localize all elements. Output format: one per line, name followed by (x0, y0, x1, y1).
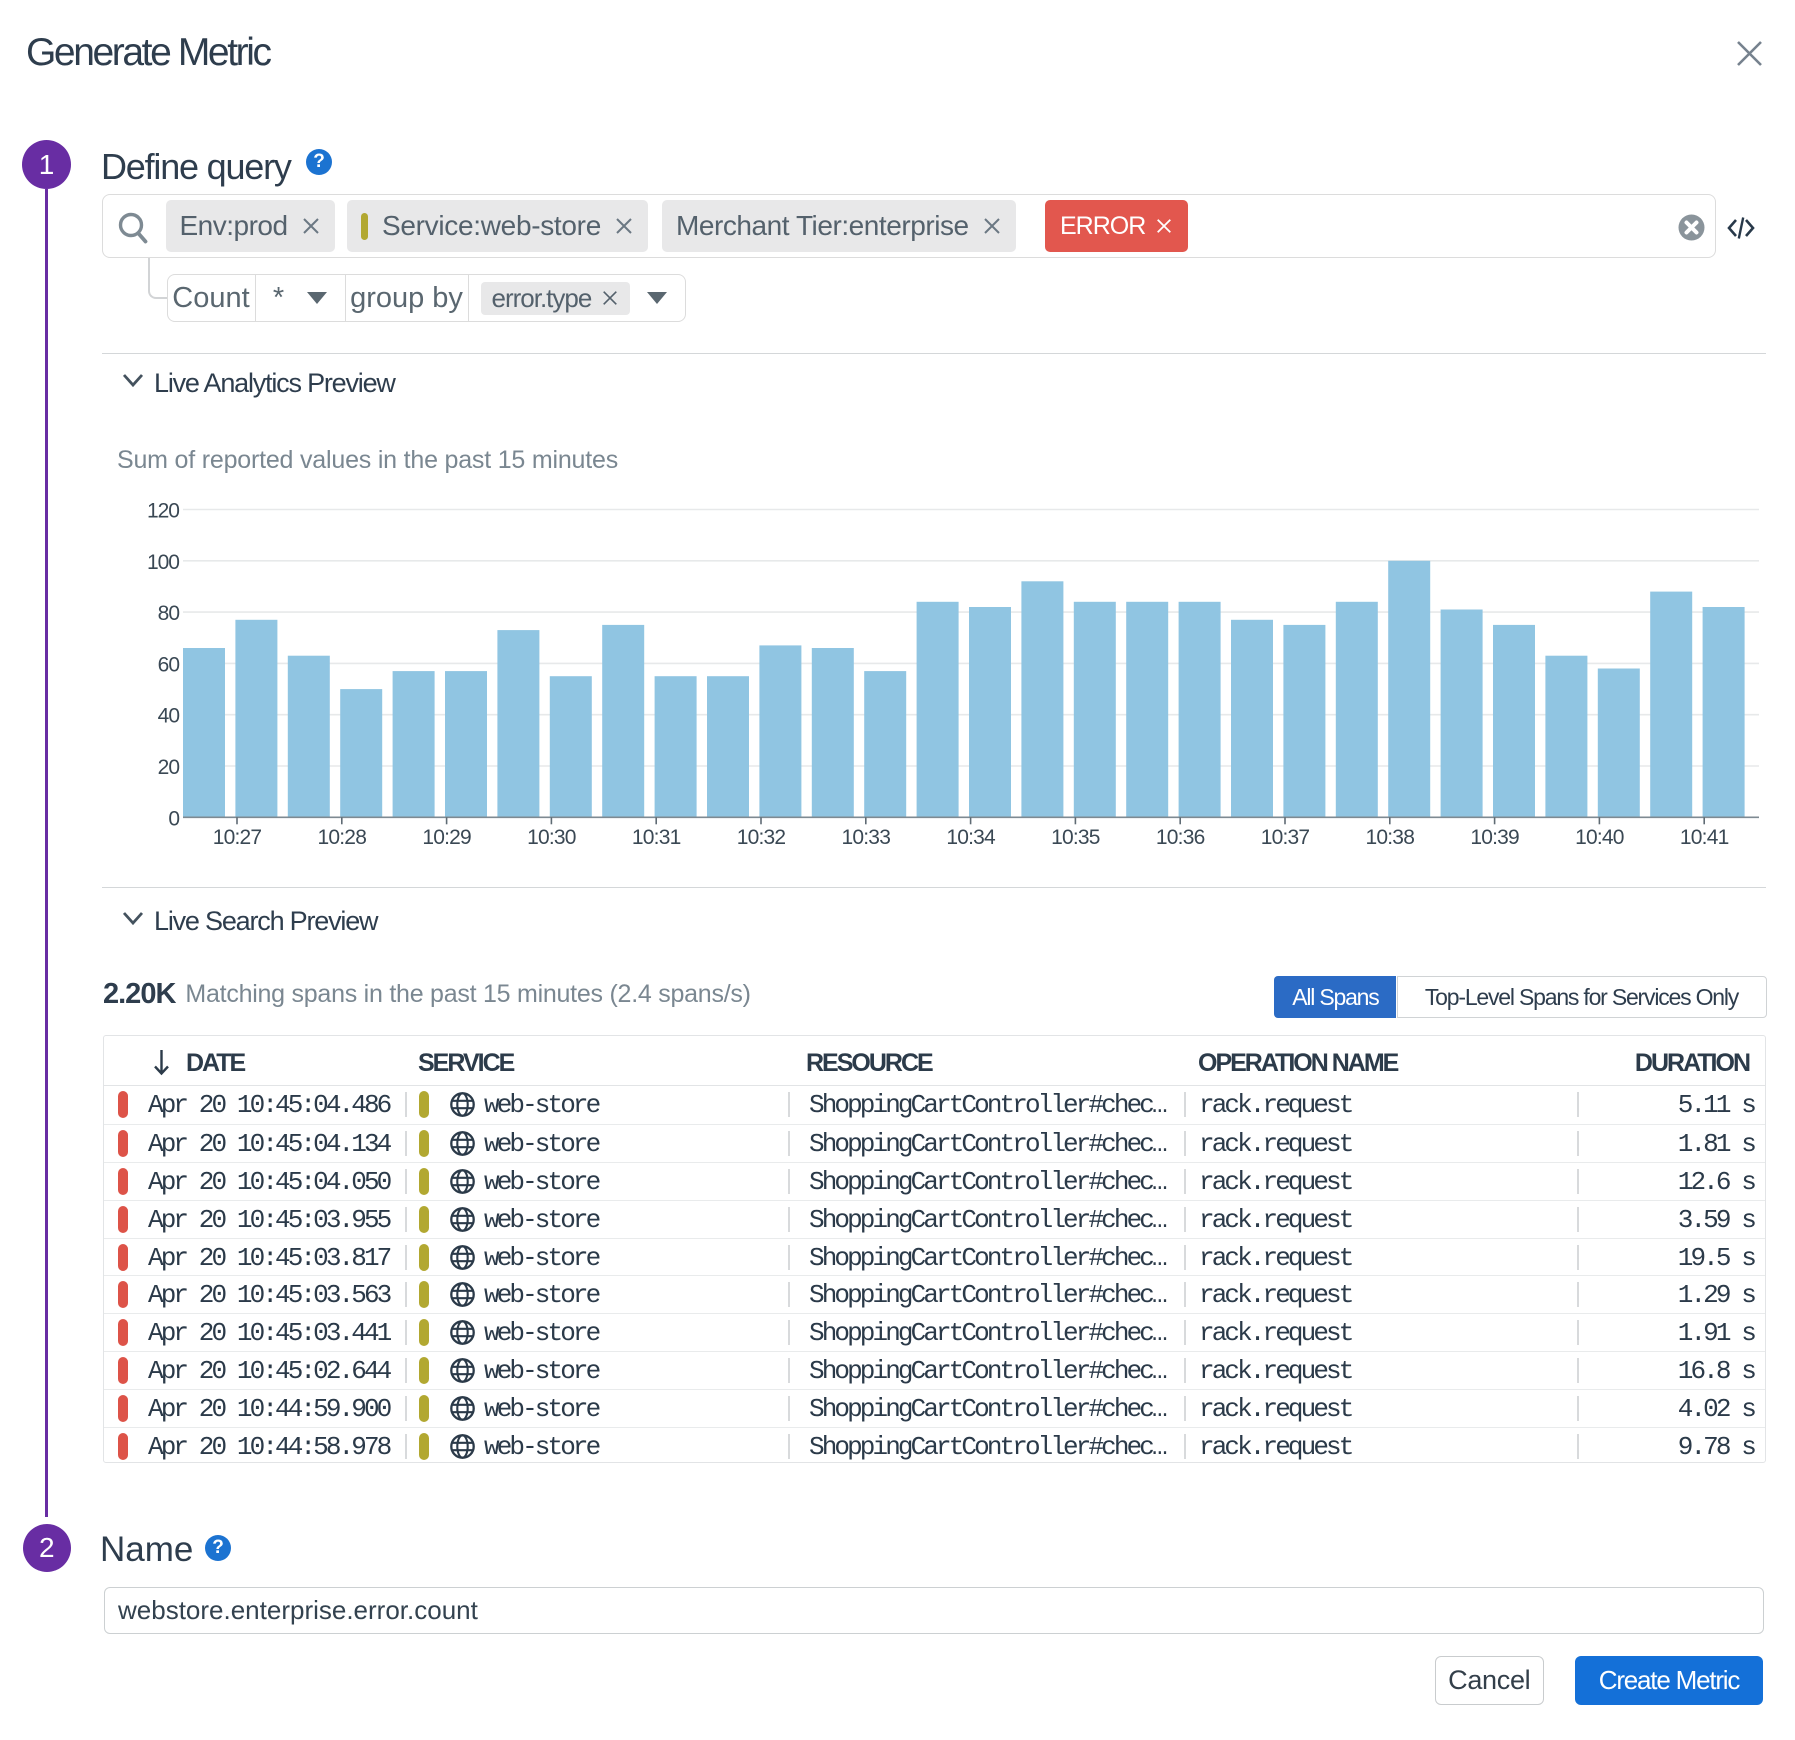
svg-text:10:29: 10:29 (422, 826, 471, 849)
svg-text:60: 60 (158, 653, 180, 676)
svg-text:10:34: 10:34 (946, 826, 996, 849)
svg-text:10:41: 10:41 (1680, 826, 1729, 849)
svg-text:10:40: 10:40 (1575, 826, 1624, 849)
svg-text:10:27: 10:27 (213, 826, 262, 849)
svg-text:10:30: 10:30 (527, 826, 576, 849)
svg-text:10:32: 10:32 (737, 826, 786, 849)
svg-text:120: 120 (147, 500, 179, 523)
svg-text:10:36: 10:36 (1156, 826, 1205, 849)
svg-text:10:28: 10:28 (318, 826, 367, 849)
svg-text:10:31: 10:31 (632, 826, 681, 849)
svg-text:40: 40 (158, 705, 180, 728)
svg-text:80: 80 (158, 602, 180, 625)
svg-text:10:35: 10:35 (1051, 826, 1100, 849)
svg-text:10:37: 10:37 (1261, 826, 1310, 849)
svg-text:100: 100 (147, 551, 179, 574)
svg-text:10:38: 10:38 (1366, 826, 1415, 849)
svg-text:10:33: 10:33 (842, 826, 891, 849)
svg-text:10:39: 10:39 (1470, 826, 1519, 849)
svg-text:0: 0 (168, 807, 179, 830)
svg-text:20: 20 (158, 756, 180, 779)
